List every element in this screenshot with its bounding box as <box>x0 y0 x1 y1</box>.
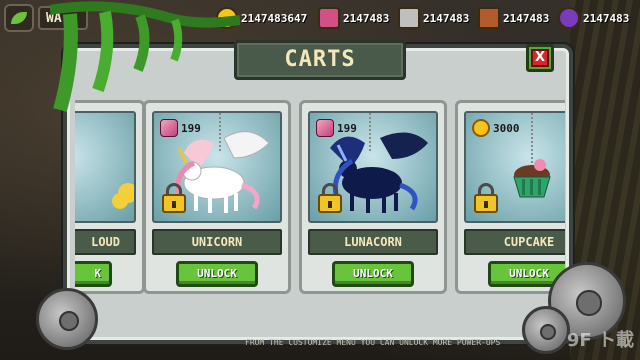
pink-gem-icon <box>316 119 334 137</box>
orb-counter: 2147483 <box>558 6 629 30</box>
lock-icon <box>162 183 186 213</box>
cart-preview-image: 199 <box>152 111 282 223</box>
crate-value: 2147483 <box>503 11 550 25</box>
tools-value: 2147483 <box>423 11 470 25</box>
cards-carousel[interactable]: LOUD K 199 UNICORN UNLOCK 199 LUNACORN U… <box>75 98 565 296</box>
gold-coin-icon <box>472 119 490 137</box>
price-value: 199 <box>337 121 357 135</box>
purple-orb-icon <box>558 7 580 29</box>
crate-icon <box>478 7 500 29</box>
cart-card-unicorn[interactable]: 199 UNICORN UNLOCK <box>143 100 291 294</box>
price-value: 199 <box>181 121 201 135</box>
leaf-icon <box>11 12 27 24</box>
hint-text: FROM THE CUSTOMIZE MENU YOU CAN UNLOCK M… <box>245 338 501 347</box>
price-value: 3000 <box>493 121 520 135</box>
unlock-button[interactable]: UNLOCK <box>176 261 258 287</box>
cart-name: LOUD <box>75 229 136 255</box>
cart-card-cupcake[interactable]: 3000 CUPCAKE UNLOCK <box>455 100 565 294</box>
cart-card-lunacorn[interactable]: 199 LUNACORN UNLOCK <box>299 100 447 294</box>
orb-value: 2147483 <box>583 11 630 25</box>
tools-icon <box>398 7 420 29</box>
tools-counter: 2147483 <box>398 6 469 30</box>
price-tag: 3000 <box>472 119 520 137</box>
unlock-button[interactable]: K <box>75 261 112 287</box>
cart-card-partial[interactable]: LOUD K <box>75 100 145 294</box>
lock-icon <box>474 183 498 213</box>
gear-icon <box>522 306 570 354</box>
gear-icon <box>36 288 98 350</box>
gem-counter: 2147483 <box>318 6 389 30</box>
dialog-title: CARTS <box>234 40 406 80</box>
cloud-cart-art <box>112 183 134 209</box>
pink-gem-icon <box>318 7 340 29</box>
price-tag: 199 <box>160 119 201 137</box>
cart-name: LUNACORN <box>308 229 438 255</box>
pink-gem-icon <box>160 119 178 137</box>
cart-preview-image: 3000 <box>464 111 565 223</box>
back-button[interactable] <box>4 4 34 32</box>
cart-name: UNICORN <box>152 229 282 255</box>
cart-preview-image: 199 <box>308 111 438 223</box>
lock-icon <box>318 183 342 213</box>
gold-coin-value: 2147483647 <box>241 11 308 25</box>
unlock-button[interactable]: UNLOCK <box>332 261 414 287</box>
close-icon: X <box>531 49 549 67</box>
crate-counter: 2147483 <box>478 6 549 30</box>
price-tag: 199 <box>316 119 357 137</box>
gem-value: 2147483 <box>343 11 390 25</box>
watermark: 9F ト載 <box>566 330 634 351</box>
close-button[interactable]: X <box>526 44 554 72</box>
hanging-vines <box>50 1 240 112</box>
cart-name: CUPCAKE <box>464 229 565 255</box>
cart-preview-image <box>75 111 136 223</box>
